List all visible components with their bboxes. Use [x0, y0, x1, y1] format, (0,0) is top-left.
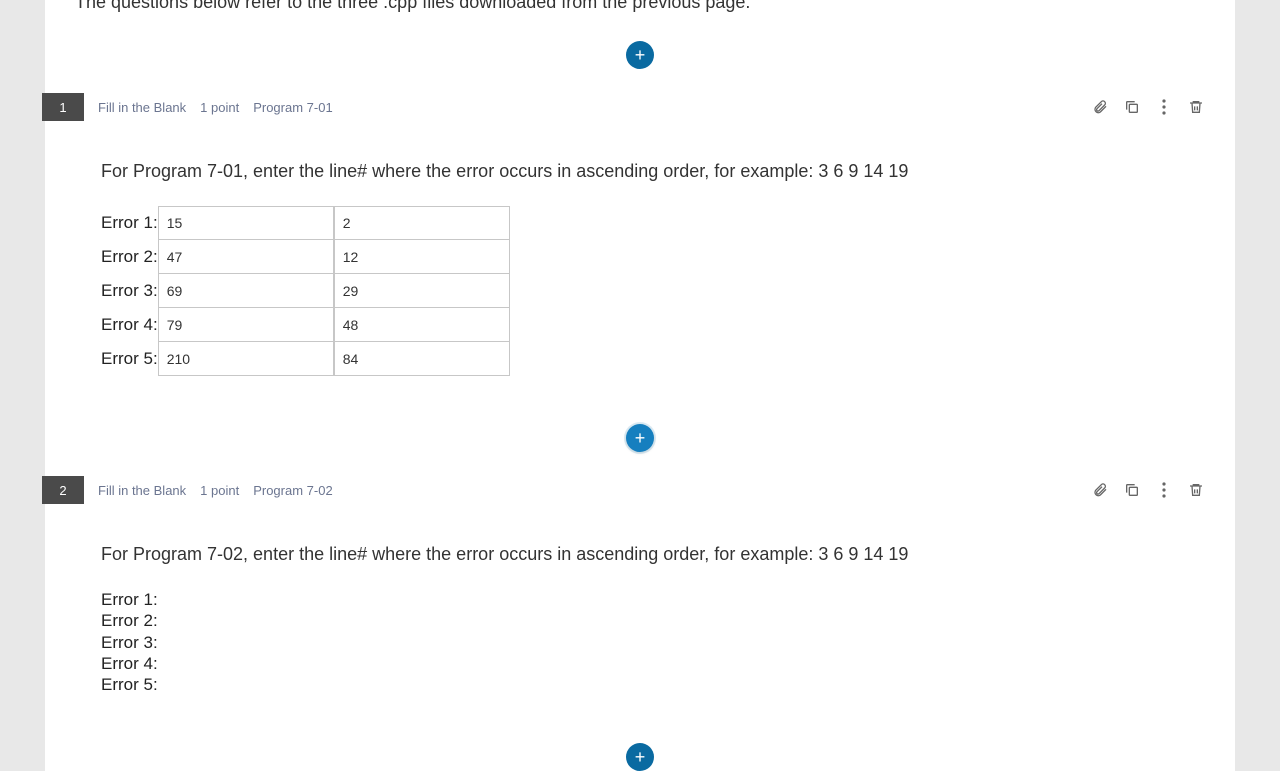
blank-label: Error 5: [101, 342, 158, 376]
trash-icon[interactable] [1187, 98, 1205, 116]
more-icon[interactable] [1155, 481, 1173, 499]
assessment-panel: The questions below refer to the three .… [45, 0, 1235, 771]
blank-row: Error 2: [101, 240, 510, 274]
blank-input-b[interactable] [334, 274, 510, 308]
question-meta: Fill in the Blank 1 point Program 7-02 [98, 483, 1077, 498]
question-type: Fill in the Blank [98, 100, 186, 115]
error-lines: Error 1: Error 2: Error 3: Error 4: Erro… [101, 589, 1205, 695]
blank-label: Error 1: [101, 206, 158, 240]
blank-input-b[interactable] [334, 240, 510, 274]
question-points: 1 point [200, 100, 239, 115]
question-1-header: 1 Fill in the Blank 1 point Program 7-01 [42, 93, 1235, 121]
copy-icon[interactable] [1123, 98, 1141, 116]
question-1-body: For Program 7-01, enter the line# where … [45, 121, 1235, 406]
add-question-button[interactable]: + [626, 41, 654, 69]
question-meta: Fill in the Blank 1 point Program 7-01 [98, 100, 1077, 115]
intro-text: The questions below refer to the three .… [45, 0, 1235, 23]
blank-input-b[interactable] [334, 308, 510, 342]
copy-icon[interactable] [1123, 481, 1141, 499]
error-line: Error 4: [101, 653, 1205, 674]
error-line: Error 2: [101, 610, 1205, 631]
add-question-button[interactable]: + [626, 424, 654, 452]
blank-row: Error 4: [101, 308, 510, 342]
question-toolbar [1091, 98, 1205, 116]
add-question-button[interactable]: + [626, 743, 654, 771]
blank-input-b[interactable] [334, 342, 510, 376]
blanks-table: Error 1: Error 2: Error 3: Error 4: Erro [101, 206, 510, 376]
blank-input-a[interactable] [158, 206, 334, 240]
question-number-badge: 1 [42, 93, 84, 121]
question-type: Fill in the Blank [98, 483, 186, 498]
blank-input-a[interactable] [158, 308, 334, 342]
blank-label: Error 2: [101, 240, 158, 274]
question-2-header: 2 Fill in the Blank 1 point Program 7-02 [42, 476, 1235, 504]
blank-row: Error 3: [101, 274, 510, 308]
error-line: Error 3: [101, 632, 1205, 653]
question-prompt: For Program 7-01, enter the line# where … [101, 161, 1205, 182]
blank-row: Error 1: [101, 206, 510, 240]
question-2-body: For Program 7-02, enter the line# where … [45, 504, 1235, 725]
add-question-row: + [45, 725, 1235, 771]
attach-icon[interactable] [1091, 481, 1109, 499]
question-toolbar [1091, 481, 1205, 499]
question-prompt: For Program 7-02, enter the line# where … [101, 544, 1205, 565]
blank-input-a[interactable] [158, 240, 334, 274]
trash-icon[interactable] [1187, 481, 1205, 499]
error-line: Error 1: [101, 589, 1205, 610]
attach-icon[interactable] [1091, 98, 1109, 116]
more-icon[interactable] [1155, 98, 1173, 116]
question-points: 1 point [200, 483, 239, 498]
blank-input-a[interactable] [158, 342, 334, 376]
blank-input-b[interactable] [334, 206, 510, 240]
blank-input-a[interactable] [158, 274, 334, 308]
add-question-row: + [45, 23, 1235, 93]
add-question-row: + [45, 406, 1235, 476]
question-number-badge: 2 [42, 476, 84, 504]
blank-row: Error 5: [101, 342, 510, 376]
error-line: Error 5: [101, 674, 1205, 695]
question-tag: Program 7-01 [253, 100, 332, 115]
blank-label: Error 3: [101, 274, 158, 308]
question-tag: Program 7-02 [253, 483, 332, 498]
blank-label: Error 4: [101, 308, 158, 342]
